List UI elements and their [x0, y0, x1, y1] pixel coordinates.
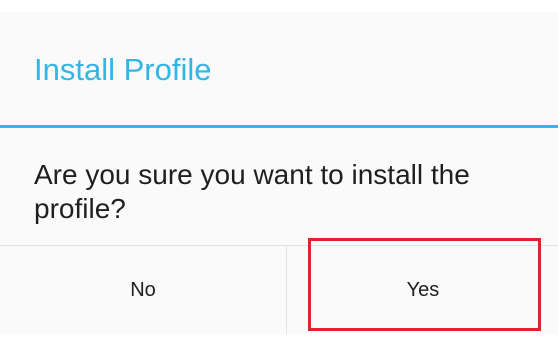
install-profile-dialog: Install Profile Are you sure you want to… [0, 12, 558, 334]
dialog-button-bar: No Yes [0, 245, 558, 334]
dialog-title: Install Profile [34, 52, 212, 87]
dialog-header: Install Profile [0, 12, 558, 126]
title-divider [0, 125, 558, 128]
dialog-message: Are you sure you want to install the pro… [34, 159, 470, 224]
no-button[interactable]: No [0, 246, 287, 334]
yes-button[interactable]: Yes [288, 246, 558, 334]
